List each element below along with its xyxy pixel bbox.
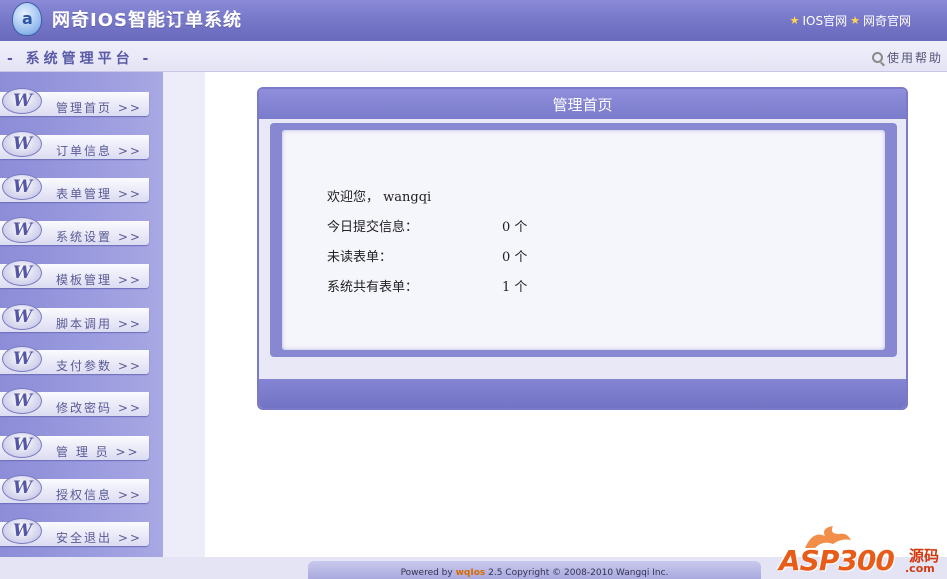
sidebar-item-label: 管理首页 >> [56,101,142,115]
w-logo-icon: W [2,304,42,330]
wangqi-official-link[interactable]: 网奇官网 [863,12,911,29]
panel-footer [259,379,906,408]
stat-label: 今日提交信息： [327,220,419,235]
panel-content: 欢迎您， wangqi 今日提交信息： 0 个 未读表单： 0 个 系统共有表单… [282,130,885,350]
sidebar-item-license[interactable]: W 授权信息 >> [0,475,149,505]
sidebar-item-settings[interactable]: W 系统设置 >> [0,217,149,247]
sidebar-item-forms[interactable]: W 表单管理 >> [0,174,149,204]
asp300-watermark: ASP300 源码 .com [773,522,947,579]
sidebar-item-logout[interactable]: W 安全退出 >> [0,518,149,548]
platform-title: - 系统管理平台 - [7,51,153,67]
stat-value: 0 个 [502,250,528,265]
top-header: a 网奇IOS智能订单系统 网奇IOS智能订单系统 ★ IOS官网 ★ 网奇官网 [0,0,947,41]
sidebar-item-home[interactable]: W 管理首页 >> [0,88,149,118]
sub-header: - 系统管理平台 - 使用帮助 [0,41,947,72]
sidebar-item-label: 模板管理 >> [56,273,142,287]
sidebar-item-label: 系统设置 >> [56,230,142,244]
sidebar-item-password[interactable]: W 修改密码 >> [0,388,149,418]
star-icon: ★ [789,14,800,27]
w-logo-icon: W [2,260,42,286]
panel-frame: 欢迎您， wangqi 今日提交信息： 0 个 未读表单： 0 个 系统共有表单… [270,123,897,357]
sidebar-gap [163,72,205,557]
sidebar-item-orders[interactable]: W 订单信息 >> [0,131,149,161]
sidebar-item-label: 订单信息 >> [56,144,142,158]
copyright-rest: 2.5 Copyright © 2008-2010 Wangqi Inc. [485,568,669,578]
powered-by-label: Powered by [400,568,453,578]
logo-icon: a [12,2,42,36]
w-logo-icon: W [2,88,42,114]
copyright-text: Powered by wqIos 2.5 Copyright © 2008-20… [308,568,761,578]
sidebar-item-admins[interactable]: W 管 理 员 >> [0,432,149,462]
sidebar-item-label: 表单管理 >> [56,187,142,201]
app-title-reflection: 网奇IOS智能订单系统 [52,15,242,26]
w-logo-icon: W [2,174,42,200]
sidebar: W 管理首页 >> W 订单信息 >> W 表单管理 >> W 系统设置 >> … [0,72,163,557]
star-icon: ★ [850,14,860,27]
stat-value: 0 个 [502,220,528,235]
sidebar-item-scripts[interactable]: W 脚本调用 >> [0,304,149,334]
footer-bar: Powered by wqIos 2.5 Copyright © 2008-20… [308,561,761,579]
w-logo-icon: W [2,518,42,544]
panel-header: 管理首页 [259,89,906,119]
sidebar-item-label: 修改密码 >> [56,401,142,415]
panel-title: 管理首页 [552,96,613,114]
sidebar-item-templates[interactable]: W 模板管理 >> [0,260,149,290]
ios-official-link[interactable]: IOS官网 [803,12,848,29]
main-panel: 管理首页 欢迎您， wangqi 今日提交信息： 0 个 未读表单： 0 个 系… [257,87,908,410]
w-logo-icon: W [2,432,42,458]
sidebar-item-label: 脚本调用 >> [56,317,142,331]
stat-label: 系统共有表单： [327,280,419,295]
w-logo-icon: W [2,131,42,157]
watermark-text: ASP300 [779,544,895,577]
w-logo-icon: W [2,388,42,414]
w-logo-icon: W [2,217,42,243]
watermark-suffix: .com [905,562,935,575]
magnifier-icon [871,52,883,63]
sidebar-item-label: 授权信息 >> [56,488,142,502]
w-logo-icon: W [2,475,42,501]
product-link[interactable]: wqIos [456,568,486,578]
sidebar-item-label: 支付参数 >> [56,359,142,373]
sidebar-item-label: 管 理 员 >> [56,445,140,459]
welcome-text: 欢迎您， wangqi [327,190,432,205]
header-links: ★ IOS官网 ★ 网奇官网 [790,12,911,29]
sidebar-item-label: 安全退出 >> [56,531,142,545]
sidebar-item-payment[interactable]: W 支付参数 >> [0,346,149,376]
w-logo-icon: W [2,346,42,372]
stat-label: 未读表单： [327,250,393,265]
help-link[interactable]: 使用帮助 [871,49,943,66]
stat-value: 1 个 [502,280,528,295]
help-label[interactable]: 使用帮助 [887,49,943,66]
